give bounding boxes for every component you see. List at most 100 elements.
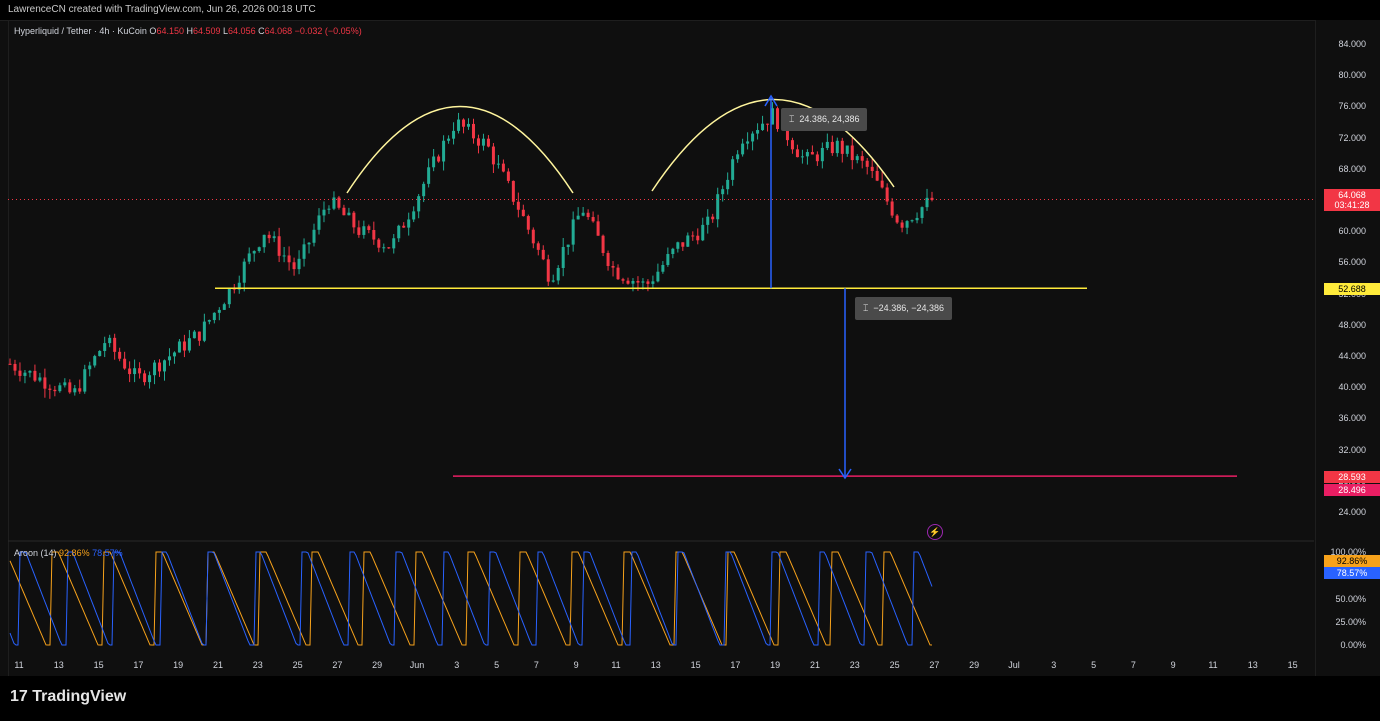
aroon-up-tag: 92.86%	[1324, 555, 1380, 567]
time-tick: 19	[173, 660, 184, 670]
price-tick: 24.000	[1338, 507, 1366, 517]
candle-body	[123, 358, 127, 369]
candle-body	[252, 251, 256, 254]
candle-body	[691, 235, 695, 237]
time-tick: 15	[690, 660, 701, 670]
candle-body	[860, 156, 864, 161]
candle-body	[476, 138, 480, 146]
candle-body	[88, 365, 92, 370]
price-tick: 60.000	[1338, 226, 1366, 237]
candle-body	[187, 338, 191, 351]
measure-up-label[interactable]: ⌶ 24.386, 24,386	[781, 108, 868, 131]
candle-body	[621, 279, 625, 281]
price-axis[interactable]: 84.00080.00076.00072.00068.00064.00060.0…	[1316, 20, 1380, 676]
measure-down-icon: ⌶	[863, 303, 869, 313]
aroon-legend[interactable]: Aroon (14) 92.86% 78.57%	[14, 548, 123, 558]
candle-body	[457, 119, 461, 131]
candle-body	[805, 152, 809, 157]
high-value: 64.509	[192, 26, 221, 36]
candle-body	[302, 244, 306, 259]
candle-body	[566, 244, 570, 247]
time-tick: 21	[212, 660, 224, 670]
candle-body	[83, 369, 87, 392]
time-tick: 15	[93, 660, 104, 670]
candle-body	[711, 216, 715, 220]
candle-body	[576, 215, 580, 220]
candle-body	[197, 331, 201, 341]
candle-body	[382, 247, 386, 249]
candle-body	[651, 281, 655, 284]
candle-body	[63, 382, 67, 386]
open-value: 64.150	[156, 26, 184, 36]
candle-body	[207, 320, 211, 322]
candle-body	[108, 337, 112, 344]
lightning-icon[interactable]: ⚡	[927, 524, 943, 540]
time-tick: 7	[533, 660, 539, 670]
time-tick: Jul	[1008, 660, 1020, 670]
candle-body	[471, 123, 475, 139]
price-tick: 68.000	[1338, 163, 1366, 174]
low-value: 64.056	[228, 26, 256, 36]
candle-body	[73, 388, 77, 393]
candle-body	[611, 266, 615, 268]
candle-body	[546, 259, 550, 282]
candle-body	[227, 288, 231, 305]
time-tick: 13	[53, 660, 64, 670]
candle-body	[586, 212, 590, 218]
candle-body	[536, 243, 540, 250]
tradingview-logo[interactable]: 17 TradingView	[10, 688, 126, 706]
candle-body	[367, 226, 371, 231]
candle-body	[98, 350, 102, 357]
candle-body	[591, 217, 595, 222]
aroon-up-line	[9, 551, 933, 646]
candle-body	[78, 388, 82, 392]
candle-body	[392, 238, 396, 249]
candle-body	[407, 219, 411, 228]
time-tick: 5	[494, 660, 500, 670]
measure-down-label[interactable]: ⌶ −24.386, −24,386	[855, 297, 952, 320]
candle-body	[267, 234, 271, 239]
candle-body	[347, 212, 351, 216]
candle-body	[486, 138, 490, 147]
time-tick: Jun	[409, 660, 425, 670]
candle-body	[716, 194, 720, 220]
candle-body	[900, 222, 904, 228]
candle-body	[357, 227, 361, 235]
candle-body	[526, 216, 530, 230]
price-tick: 56.000	[1338, 257, 1366, 268]
candle-body	[262, 234, 266, 248]
candle-body	[452, 130, 456, 139]
candle-body	[541, 249, 545, 260]
candle-body	[776, 108, 780, 130]
candle-body	[182, 341, 186, 351]
candle-body	[442, 140, 446, 162]
symbol-name[interactable]: Hyperliquid / Tether · 4h · KuCoin	[14, 26, 147, 36]
close-value: 64.068	[264, 26, 293, 36]
candle-body	[556, 267, 560, 281]
candle-body	[138, 368, 142, 374]
candle-body	[920, 207, 924, 218]
candle-body	[18, 370, 22, 376]
candle-body	[631, 280, 635, 284]
candle-body	[292, 262, 296, 270]
candle-body	[531, 229, 535, 244]
last-price-value: 64.068	[1338, 190, 1366, 200]
time-tick: 23	[252, 660, 263, 670]
candle-body	[342, 207, 346, 216]
countdown-value: 03:41:28	[1334, 200, 1370, 210]
candle-body	[402, 225, 406, 228]
time-tick: 17	[133, 660, 144, 670]
price-tick: 44.000	[1338, 351, 1366, 361]
candle-body	[38, 377, 42, 381]
candle-body	[352, 212, 356, 228]
candle-body	[855, 156, 859, 161]
candle-body	[282, 255, 286, 257]
candle-body	[830, 141, 834, 154]
candle-body	[327, 208, 331, 210]
price-tick: 84.000	[1338, 39, 1366, 49]
candle-body	[880, 180, 884, 188]
candle-body	[746, 141, 750, 144]
candle-body	[875, 170, 879, 181]
target-tag-2: 28.496	[1324, 484, 1380, 496]
candle-body	[212, 312, 216, 321]
